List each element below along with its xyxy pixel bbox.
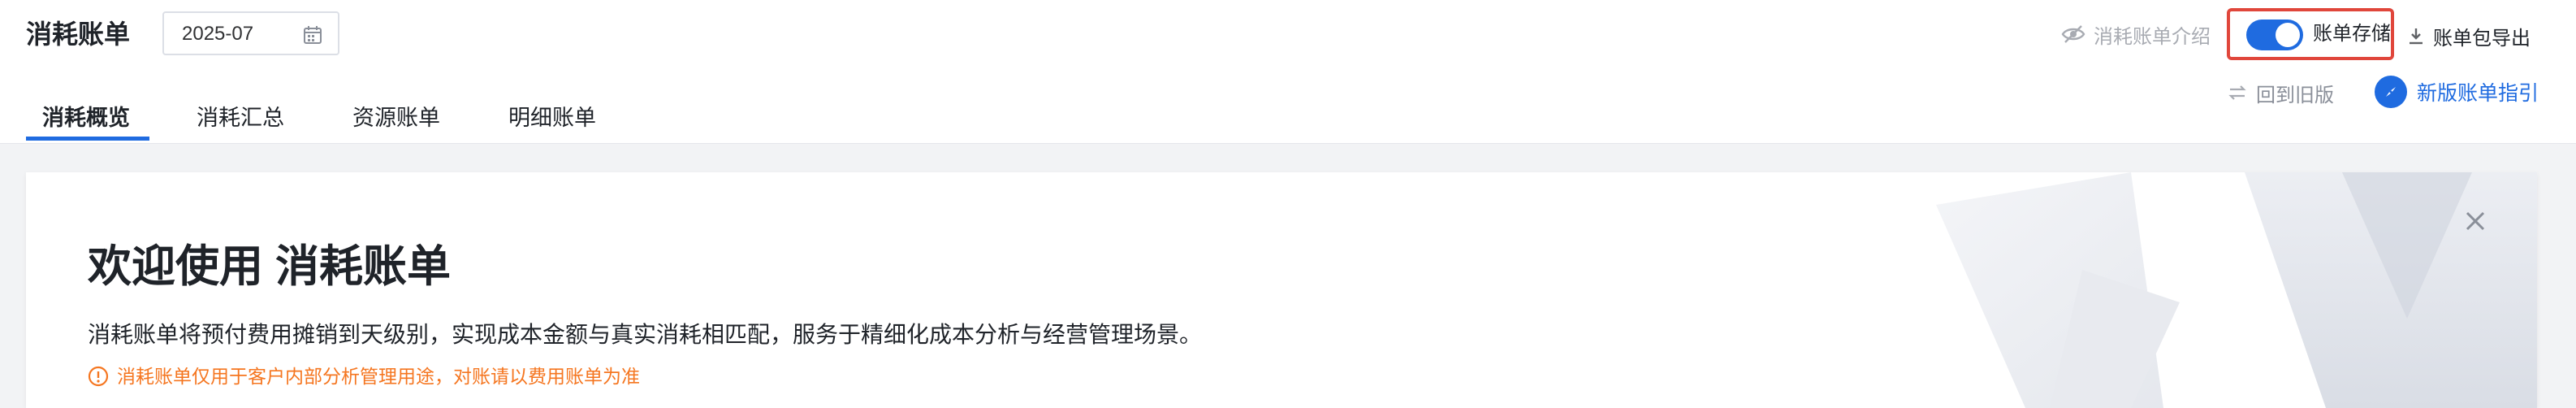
tab-overview[interactable]: 消耗概览 <box>42 96 130 140</box>
usage-notice-text: 消耗账单仅用于客户内部分析管理用途，对账请以费用账单为准 <box>117 366 640 387</box>
bill-intro-label: 消耗账单介绍 <box>2094 25 2211 48</box>
export-bill-package-button[interactable]: 账单包导出 <box>2407 20 2531 52</box>
top-bar: 消耗账单 2025-07 消耗账单介绍 账单存储 账单包导出 消耗概览 消耗汇总… <box>0 0 2576 144</box>
download-icon <box>2407 25 2425 46</box>
tab-detail-bill[interactable]: 明细账单 <box>508 96 596 140</box>
eye-off-icon <box>2061 24 2085 45</box>
new-bill-guide-link[interactable]: 新版账单指引 <box>2375 73 2539 111</box>
usage-notice: 消耗账单仅用于客户内部分析管理用途，对账请以费用账单为准 <box>88 364 640 388</box>
back-to-old-version-link[interactable]: 回到旧版 <box>2227 76 2334 109</box>
toggle-knob <box>2276 23 2300 47</box>
new-bill-guide-label: 新版账单指引 <box>2417 82 2539 105</box>
info-icon <box>88 366 109 387</box>
banner-decoration <box>1936 172 2537 408</box>
welcome-description: 消耗账单将预付费用摊销到天级别，实现成本金额与真实消耗相匹配，服务于精细化成本分… <box>88 322 1203 347</box>
calendar-icon <box>302 24 323 46</box>
bill-storage-toggle-highlight: 账单存储 <box>2227 8 2394 60</box>
bill-storage-toggle[interactable] <box>2246 20 2303 50</box>
export-bill-package-label: 账单包导出 <box>2433 27 2531 50</box>
bill-intro-link[interactable]: 消耗账单介绍 <box>2061 20 2211 49</box>
tab-summary[interactable]: 消耗汇总 <box>197 96 284 140</box>
welcome-title: 欢迎使用 消耗账单 <box>88 242 452 291</box>
close-icon <box>2461 206 2490 236</box>
welcome-banner: 欢迎使用 消耗账单 消耗账单将预付费用摊销到天级别，实现成本金额与真实消耗相匹配… <box>26 172 2537 408</box>
back-to-old-version-label: 回到旧版 <box>2256 84 2334 106</box>
compass-icon <box>2375 76 2407 108</box>
month-picker[interactable]: 2025-07 <box>162 11 339 55</box>
swap-icon <box>2227 82 2248 103</box>
page-title: 消耗账单 <box>26 20 131 49</box>
bill-storage-label: 账单存储 <box>2313 23 2391 45</box>
month-picker-value: 2025-07 <box>182 23 254 45</box>
close-banner-button[interactable] <box>2461 206 2490 236</box>
tab-resource-bill[interactable]: 资源账单 <box>352 96 440 140</box>
active-tab-indicator <box>26 137 149 141</box>
